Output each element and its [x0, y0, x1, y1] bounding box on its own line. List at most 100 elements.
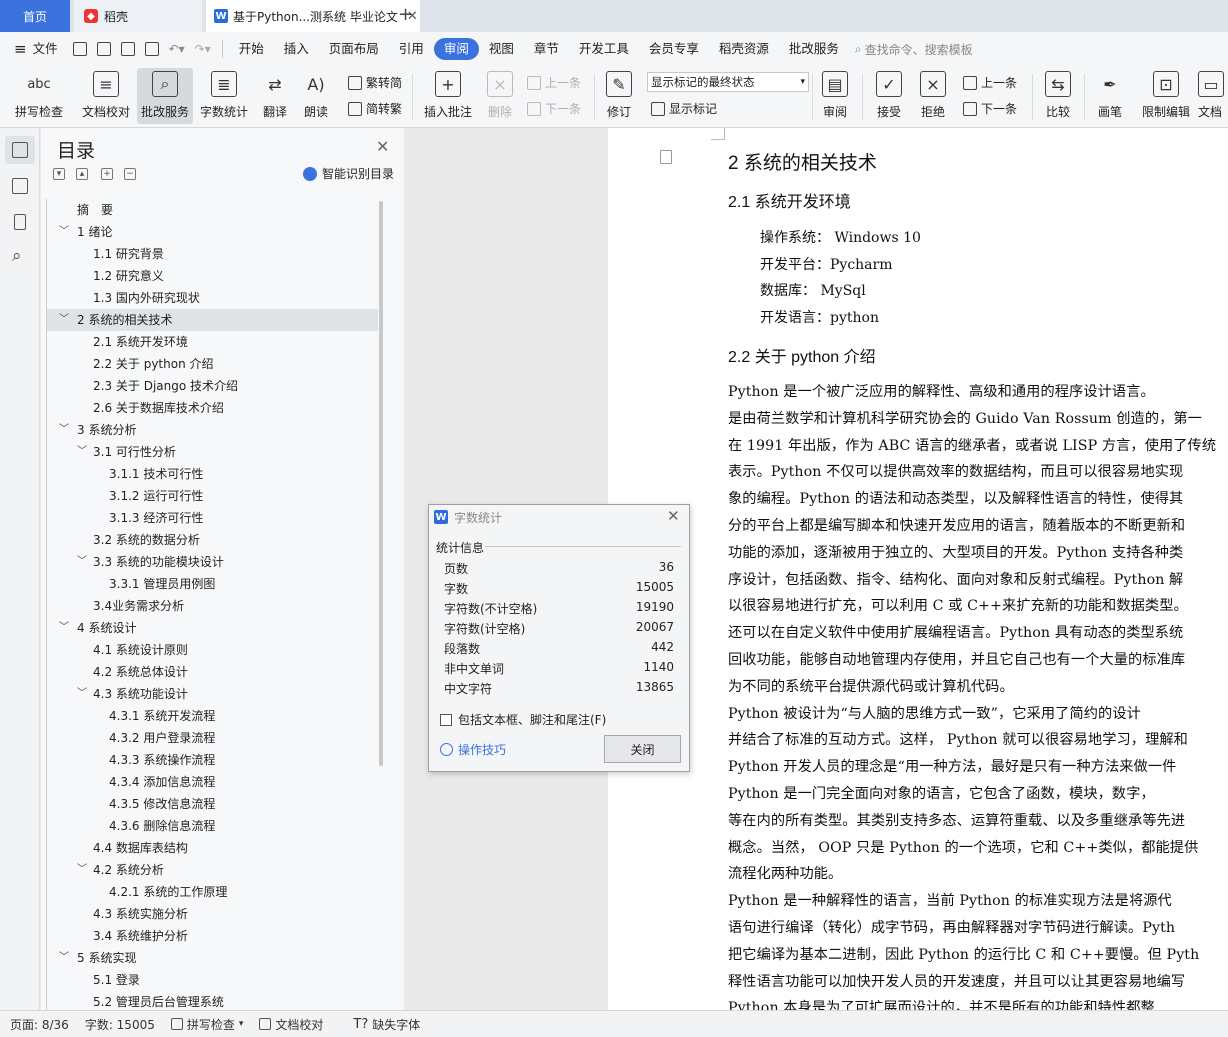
toc-item[interactable]: 3.1.2 运行可行性: [47, 485, 378, 507]
command-search-input[interactable]: 查找命令、搜索模板: [865, 41, 973, 58]
toc-item[interactable]: 4.3.5 修改信息流程: [47, 793, 378, 815]
menu-chapter[interactable]: 章节: [524, 38, 569, 60]
menu-review[interactable]: 审阅: [433, 38, 479, 60]
prev-comment-button[interactable]: 上一条: [527, 74, 581, 91]
translate-button[interactable]: ⇄ 翻译: [256, 68, 294, 124]
compare-button[interactable]: ⇆ 比较: [1038, 68, 1078, 124]
word-count-indicator[interactable]: 字数: 15005: [75, 1016, 161, 1033]
close-icon[interactable]: ✕: [376, 137, 389, 156]
insert-comment-button[interactable]: + 插入批注: [420, 68, 476, 124]
tab-document[interactable]: W 基于Python...测系统 毕业论文 ✕: [206, 0, 420, 32]
checkbox-icon[interactable]: [440, 713, 452, 726]
expand-toggle-icon[interactable]: ﹀: [59, 221, 69, 243]
menu-insert[interactable]: 插入: [274, 38, 319, 60]
proof-status[interactable]: 文档校对: [249, 1016, 329, 1033]
toc-item[interactable]: 1.3 国内外研究现状: [47, 287, 378, 309]
menu-review-service[interactable]: 批改服务: [779, 38, 849, 60]
menu-developer[interactable]: 开发工具: [569, 38, 639, 60]
spell-check-button[interactable]: abc 拼写检查: [8, 68, 70, 124]
toc-item[interactable]: 3.3.1 管理员用例图: [47, 573, 378, 595]
toc-item[interactable]: 3.1.1 技术可行性: [47, 463, 378, 485]
expand-toggle-icon[interactable]: ﹀: [77, 683, 87, 705]
expand-toggle-icon[interactable]: ﹀: [59, 947, 69, 969]
review-service-button[interactable]: ⌕ 批改服务: [137, 68, 193, 124]
menu-start[interactable]: 开始: [229, 38, 274, 60]
simp-to-trad-button[interactable]: 简转繁: [348, 100, 402, 117]
markup-state-select[interactable]: 显示标记的最终状态 ▾: [647, 72, 809, 92]
bookmark-icon[interactable]: [14, 214, 26, 230]
collapse-all-icon[interactable]: ▾: [53, 168, 65, 180]
close-button[interactable]: 关闭: [604, 735, 681, 763]
toc-scrollbar[interactable]: [379, 201, 383, 766]
print-preview-icon[interactable]: [144, 42, 159, 56]
toc-item[interactable]: ﹀ 3 系统分析: [47, 419, 378, 441]
toc-item[interactable]: 4.3.3 系统操作流程: [47, 749, 378, 771]
toc-item[interactable]: 4.3 系统实施分析: [47, 903, 378, 925]
track-changes-button[interactable]: ✎ 修订: [600, 68, 638, 124]
toc-item[interactable]: ﹀ 4.2 系统分析: [47, 859, 378, 881]
toc-item[interactable]: 5.1 登录: [47, 969, 378, 991]
expand-toggle-icon[interactable]: ﹀: [59, 309, 69, 331]
toc-item[interactable]: ﹀ 2 系统的相关技术: [47, 309, 378, 331]
toc-item[interactable]: ﹀ 3.1 可行性分析: [47, 441, 378, 463]
menu-view[interactable]: 视图: [479, 38, 524, 60]
toc-item[interactable]: ﹀ 4.3 系统功能设计: [47, 683, 378, 705]
toc-item[interactable]: 4.1 系统设计原则: [47, 639, 378, 661]
expand-toggle-icon[interactable]: ﹀: [77, 859, 87, 881]
menu-daoke-resources[interactable]: 稻壳资源: [709, 38, 779, 60]
toc-item[interactable]: ﹀ 5 系统实现: [47, 947, 378, 969]
document-permission-button[interactable]: ▭ 文档: [1198, 68, 1228, 124]
reject-button[interactable]: × 拒绝: [914, 68, 952, 124]
menu-member[interactable]: 会员专享: [639, 38, 709, 60]
chapter-nav-icon[interactable]: [12, 178, 28, 194]
expand-toggle-icon[interactable]: ﹀: [77, 551, 87, 573]
toc-item[interactable]: 2.3 关于 Django 技术介绍: [47, 375, 378, 397]
remove-item-icon[interactable]: −: [124, 168, 136, 180]
spell-check-status[interactable]: 拼写检查 ▾: [161, 1016, 250, 1033]
next-comment-button[interactable]: 下一条: [527, 100, 581, 117]
tab-home[interactable]: 首页: [0, 0, 70, 32]
smart-toc-button[interactable]: 智能识别目录: [303, 165, 394, 182]
doc-check-button[interactable]: ≡ 文档校对: [78, 68, 134, 124]
menu-references[interactable]: 引用: [389, 38, 434, 60]
toc-item[interactable]: 4.2.1 系统的工作原理: [47, 881, 378, 903]
toc-item[interactable]: 4.3.1 系统开发流程: [47, 705, 378, 727]
menu-file[interactable]: 文件: [27, 38, 68, 60]
expand-toggle-icon[interactable]: ﹀: [59, 617, 69, 639]
document-page[interactable]: 2 系统的相关技术 2.1 系统开发环境 操作系统： Windows 10 开发…: [608, 128, 1228, 1010]
print-icon[interactable]: [120, 42, 135, 56]
toc-icon[interactable]: [12, 142, 28, 158]
expand-toggle-icon[interactable]: ﹀: [77, 441, 87, 463]
redo-icon[interactable]: ↷▾: [195, 42, 211, 56]
hamburger-icon[interactable]: ≡: [14, 40, 27, 58]
toc-item[interactable]: 4.3.6 删除信息流程: [47, 815, 378, 837]
toc-item[interactable]: ﹀ 1 绪论: [47, 221, 378, 243]
word-count-button[interactable]: ≣ 字数统计: [197, 68, 251, 124]
expand-level-icon[interactable]: ▴: [76, 168, 88, 180]
add-item-icon[interactable]: +: [101, 168, 113, 180]
new-tab-icon[interactable]: +: [398, 4, 413, 25]
toc-item[interactable]: 4.2 系统总体设计: [47, 661, 378, 683]
toc-item[interactable]: 摘 要: [47, 199, 378, 221]
toc-item[interactable]: 1.1 研究背景: [47, 243, 378, 265]
toc-item[interactable]: 2.6 关于数据库技术介绍: [47, 397, 378, 419]
dialog-titlebar[interactable]: W 字数统计: [429, 505, 689, 529]
toc-item[interactable]: 3.4业务需求分析: [47, 595, 378, 617]
prev-change-button[interactable]: 上一条: [963, 74, 1017, 91]
pen-button[interactable]: ✒ 画笔: [1092, 68, 1128, 124]
read-aloud-button[interactable]: A) 朗读: [298, 68, 334, 124]
accept-button[interactable]: ✓ 接受: [870, 68, 908, 124]
toc-item[interactable]: 3.4 系统维护分析: [47, 925, 378, 947]
toc-item[interactable]: 5.2 管理员后台管理系统: [47, 991, 378, 1010]
toc-item[interactable]: 2.1 系统开发环境: [47, 331, 378, 353]
restrict-edit-button[interactable]: ⊡ 限制编辑: [1138, 68, 1194, 124]
undo-icon[interactable]: ↶▾: [169, 42, 185, 56]
delete-comment-button[interactable]: × 删除: [480, 68, 520, 124]
toc-item[interactable]: 3.1.3 经济可行性: [47, 507, 378, 529]
missing-font-status[interactable]: T? 缺失字体: [343, 1016, 426, 1033]
show-markup-button[interactable]: 显示标记: [651, 100, 717, 117]
toc-item[interactable]: 4.3.2 用户登录流程: [47, 727, 378, 749]
trad-to-simp-button[interactable]: 繁转简: [348, 74, 402, 91]
save-icon[interactable]: [72, 42, 87, 56]
toc-item[interactable]: 4.3.4 添加信息流程: [47, 771, 378, 793]
